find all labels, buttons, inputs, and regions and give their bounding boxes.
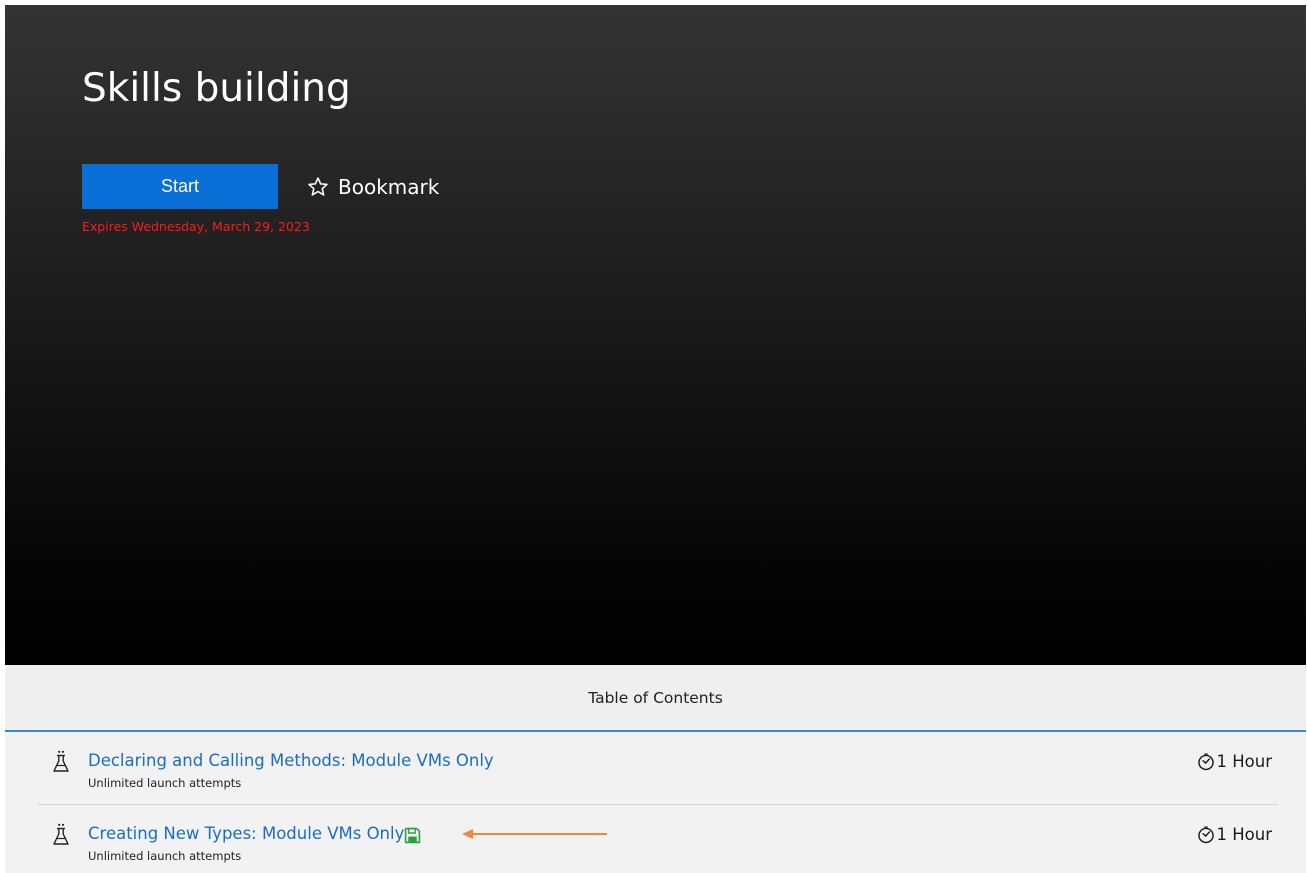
star-outline-icon: [307, 176, 329, 198]
duration: 1 Hour: [1197, 825, 1273, 844]
duration-label: 1 Hour: [1216, 752, 1273, 771]
toc-item: Declaring and Calling Methods: Module VM…: [38, 732, 1278, 805]
toc-item-link[interactable]: Creating New Types: Module VMs Only: [88, 824, 404, 843]
bookmark-button[interactable]: Bookmark: [307, 172, 439, 202]
duration: 1 Hour: [1197, 752, 1273, 771]
lab-flask-icon: [52, 750, 70, 774]
page-title: Skills building: [82, 66, 351, 111]
hero-banner: Skills building Start Bookmark Expires W…: [5, 5, 1306, 665]
toc-item-link[interactable]: Declaring and Calling Methods: Module VM…: [88, 751, 494, 770]
save-icon[interactable]: [404, 827, 421, 844]
start-button[interactable]: Start: [82, 164, 278, 209]
launch-attempts-label: Unlimited launch attempts: [88, 776, 242, 790]
toc-header: Table of Contents: [5, 665, 1306, 732]
annotation-arrow: [461, 827, 611, 841]
clock-icon: [1197, 825, 1215, 844]
toc-item: Creating New Types: Module VMs Only Unli…: [38, 805, 1278, 873]
lab-flask-icon: [52, 823, 70, 847]
duration-label: 1 Hour: [1216, 825, 1273, 844]
expiration-notice: Expires Wednesday, March 29, 2023: [82, 219, 310, 234]
launch-attempts-label: Unlimited launch attempts: [88, 849, 242, 863]
clock-icon: [1197, 752, 1215, 771]
app-frame: Skills building Start Bookmark Expires W…: [5, 5, 1306, 873]
bookmark-label: Bookmark: [338, 175, 440, 199]
toc-list: Declaring and Calling Methods: Module VM…: [5, 732, 1306, 873]
